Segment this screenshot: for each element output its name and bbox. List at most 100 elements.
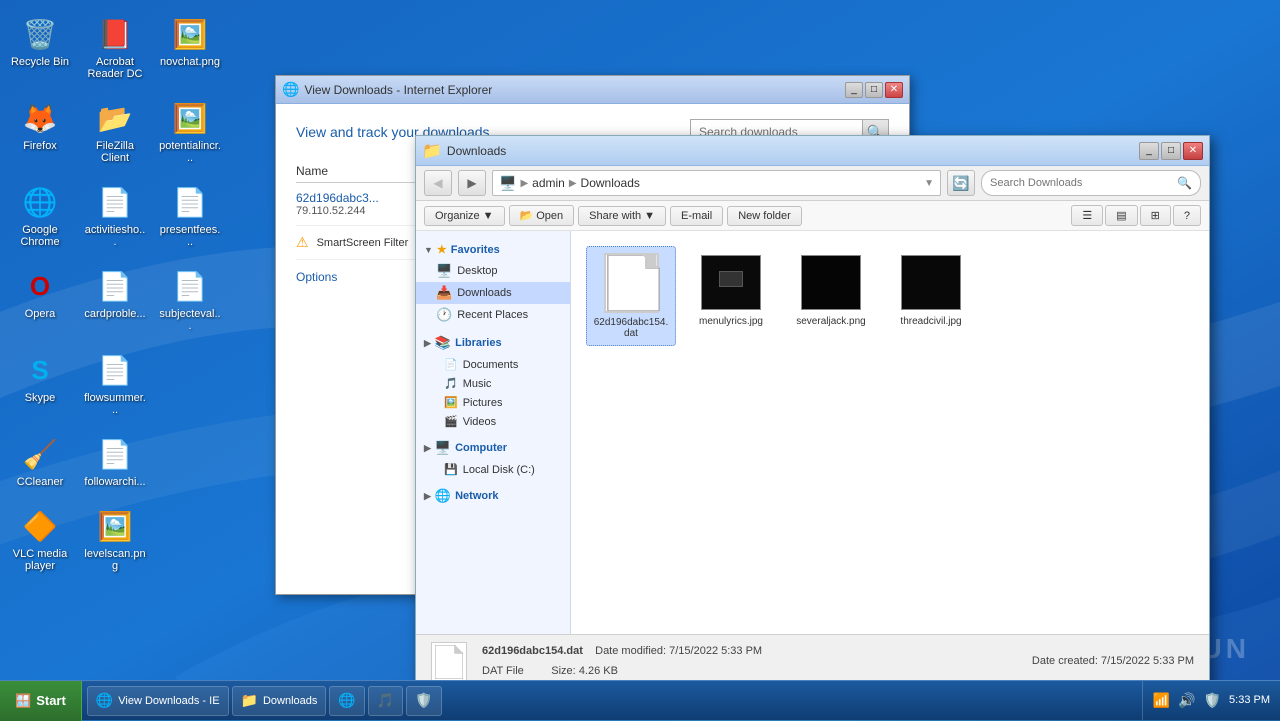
file-item-menulyrics[interactable]: menulyrics.jpg bbox=[686, 246, 776, 346]
file-item-dat[interactable]: 62d196dabc154.dat bbox=[586, 246, 676, 346]
exp-status-size: 4.26 KB bbox=[579, 665, 618, 677]
exp-address-folder-icon: 🖥️ bbox=[499, 175, 516, 192]
desktop-icon-recycle-bin[interactable]: 🗑️ Recycle Bin bbox=[5, 10, 75, 84]
flowsummer-label: flowsummer... bbox=[84, 392, 146, 416]
sidebar-item-recent-places[interactable]: 🕐 Recent Places bbox=[416, 304, 570, 326]
desktop-icon-vlc[interactable]: 🔶 VLC media player bbox=[5, 502, 75, 576]
taskbar-item-security[interactable]: 🛡️ bbox=[406, 686, 441, 716]
exp-libraries-arrow: ▶ bbox=[424, 338, 431, 349]
media-task-icon: 🎵 bbox=[377, 692, 394, 709]
ie-maximize-button[interactable]: □ bbox=[865, 82, 883, 98]
ie-task-label: View Downloads - IE bbox=[118, 695, 219, 707]
desktop-icon-flowsummer[interactable]: 📄 flowsummer... bbox=[80, 346, 150, 420]
exp-address-dropdown-icon[interactable]: ▼ bbox=[924, 178, 934, 189]
tray-network-icon[interactable]: 📶 bbox=[1153, 692, 1170, 709]
start-button[interactable]: 🪟 Start bbox=[0, 681, 82, 721]
exp-view-details-button[interactable]: ▤ bbox=[1105, 205, 1137, 226]
ie-minimize-button[interactable]: _ bbox=[845, 82, 863, 98]
desktop-icon-firefox[interactable]: 🦊 Firefox bbox=[5, 94, 75, 168]
novchat-label: novchat.png bbox=[160, 56, 220, 68]
desktop-icon-acrobat[interactable]: 📕 Acrobat Reader DC bbox=[80, 10, 150, 84]
exp-search-input[interactable] bbox=[990, 177, 1177, 189]
desktop-icon-cardprob[interactable]: 📄 cardproble... bbox=[80, 262, 150, 336]
exp-minimize-button[interactable]: _ bbox=[1139, 142, 1159, 160]
sidebar-item-desktop[interactable]: 🖥️ Desktop bbox=[416, 260, 570, 282]
exp-back-button[interactable]: ◀ bbox=[424, 170, 452, 196]
exp-search-bar: 🔍 bbox=[981, 170, 1201, 196]
desktop-icon-chrome[interactable]: 🌐 Google Chrome bbox=[5, 178, 75, 252]
documents-sidebar-icon: 📄 bbox=[444, 358, 458, 371]
ie-window-title: View Downloads - Internet Explorer bbox=[304, 83, 492, 97]
desktop-icon-skype[interactable]: S Skype bbox=[5, 346, 75, 420]
exp-favorites-header[interactable]: ▼ ★ Favorites bbox=[416, 239, 570, 260]
exp-share-button[interactable]: Share with ▼ bbox=[578, 206, 666, 226]
taskbar-clock: 5:33 PM bbox=[1229, 693, 1270, 707]
taskbar-item-chrome[interactable]: 🌐 bbox=[329, 686, 364, 716]
sidebar-item-downloads[interactable]: 📥 Downloads bbox=[416, 282, 570, 304]
exp-view-icons-button[interactable]: ⊞ bbox=[1140, 205, 1171, 226]
desktop-icon-activitiesho[interactable]: 📄 activitiesho... bbox=[80, 178, 150, 252]
exp-maximize-button[interactable]: □ bbox=[1161, 142, 1181, 160]
exp-computer-arrow: ▶ bbox=[424, 443, 431, 454]
exp-libraries-header[interactable]: ▶ 📚 Libraries bbox=[416, 331, 570, 355]
file-item-severaljack[interactable]: severaljack.png bbox=[786, 246, 876, 346]
exp-share-arrow: ▼ bbox=[644, 210, 655, 222]
exp-search-button[interactable]: 🔍 bbox=[1177, 176, 1192, 190]
exp-computer-header[interactable]: ▶ 🖥️ Computer bbox=[416, 436, 570, 460]
desktop-icon-novchat[interactable]: 🖼️ novchat.png bbox=[155, 10, 225, 84]
sidebar-item-music[interactable]: 🎵 Music bbox=[416, 374, 570, 393]
exp-window-controls: _ □ ✕ bbox=[1139, 142, 1203, 160]
desktop-icon-levelscan[interactable]: 🖼️ levelscan.png bbox=[80, 502, 150, 576]
exp-help-button[interactable]: ? bbox=[1173, 205, 1201, 226]
exp-organize-button[interactable]: Organize ▼ bbox=[424, 206, 505, 226]
filezilla-icon: 📂 bbox=[95, 98, 135, 138]
exp-email-button[interactable]: E-mail bbox=[670, 206, 723, 226]
ie-close-button[interactable]: ✕ bbox=[885, 82, 903, 98]
subjecteval-label: subjecteval... bbox=[159, 308, 221, 332]
exp-newfolder-button[interactable]: New folder bbox=[727, 206, 802, 226]
file-item-threadcivil[interactable]: threadcivil.jpg bbox=[886, 246, 976, 346]
desktop-icon-ccleaner[interactable]: 🧹 CCleaner bbox=[5, 430, 75, 492]
exp-forward-button[interactable]: ▶ bbox=[458, 170, 486, 196]
sidebar-item-documents[interactable]: 📄 Documents bbox=[416, 355, 570, 374]
taskbar-item-explorer[interactable]: 📁 Downloads bbox=[232, 686, 327, 716]
tray-volume-icon[interactable]: 🔊 bbox=[1178, 692, 1195, 709]
sidebar-item-pictures[interactable]: 🖼️ Pictures bbox=[416, 393, 570, 412]
ie-window-controls: _ □ ✕ bbox=[845, 82, 903, 98]
desktop-icon-potentialincr[interactable]: 🖼️ potentialincr... bbox=[155, 94, 225, 168]
sidebar-item-videos[interactable]: 🎬 Videos bbox=[416, 412, 570, 431]
sidebar-item-local-disk[interactable]: 💾 Local Disk (C:) bbox=[416, 460, 570, 479]
menulyrics-label: menulyrics.jpg bbox=[699, 316, 763, 327]
ccleaner-icon: 🧹 bbox=[20, 434, 60, 474]
tray-security-icon[interactable]: 🛡️ bbox=[1204, 692, 1221, 709]
desktop-icon-subjecteval[interactable]: 📄 subjecteval... bbox=[155, 262, 225, 336]
start-icon: 🪟 bbox=[15, 693, 31, 709]
followarchi-label: followarchi... bbox=[84, 476, 145, 488]
exp-status-date-created-label: Date created: bbox=[1032, 655, 1098, 667]
exp-network-header[interactable]: ▶ 🌐 Network bbox=[416, 484, 570, 508]
desktop-icon-opera[interactable]: O Opera bbox=[5, 262, 75, 336]
ie-options-link[interactable]: Options bbox=[296, 270, 337, 284]
taskbar-item-media[interactable]: 🎵 bbox=[368, 686, 403, 716]
firefox-label: Firefox bbox=[23, 140, 57, 152]
downloads-sidebar-icon: 📥 bbox=[436, 285, 452, 301]
desktop-icon-presentfees[interactable]: 📄 presentfees... bbox=[155, 178, 225, 252]
exp-view-list-button[interactable]: ☰ bbox=[1071, 205, 1103, 226]
taskbar-item-ie[interactable]: 🌐 View Downloads - IE bbox=[87, 686, 229, 716]
exp-main-area: ▼ ★ Favorites 🖥️ Desktop 📥 Downloads 🕐 R… bbox=[416, 231, 1209, 634]
pictures-sidebar-icon: 🖼️ bbox=[444, 396, 458, 409]
exp-organize-label: Organize bbox=[435, 210, 480, 222]
taskbar-time: 5:33 PM bbox=[1229, 693, 1270, 707]
chrome-label: Google Chrome bbox=[9, 224, 71, 248]
severaljack-thumbnail bbox=[801, 255, 861, 310]
exp-close-button[interactable]: ✕ bbox=[1183, 142, 1203, 160]
exp-open-button[interactable]: 📂 Open bbox=[509, 205, 575, 226]
recycle-bin-label: Recycle Bin bbox=[11, 56, 69, 68]
desktop-icon-filezilla[interactable]: 📂 FileZilla Client bbox=[80, 94, 150, 168]
exp-sidebar: ▼ ★ Favorites 🖥️ Desktop 📥 Downloads 🕐 R… bbox=[416, 231, 571, 634]
menulyrics-thumbnail bbox=[701, 255, 761, 310]
exp-refresh-button[interactable]: 🔄 bbox=[947, 170, 975, 196]
potentialincr-label: potentialincr... bbox=[159, 140, 221, 164]
exp-address-bar[interactable]: 🖥️ ▶ admin ▶ Downloads ▼ bbox=[492, 170, 941, 196]
desktop-icon-followarchi[interactable]: 📄 followarchi... bbox=[80, 430, 150, 492]
